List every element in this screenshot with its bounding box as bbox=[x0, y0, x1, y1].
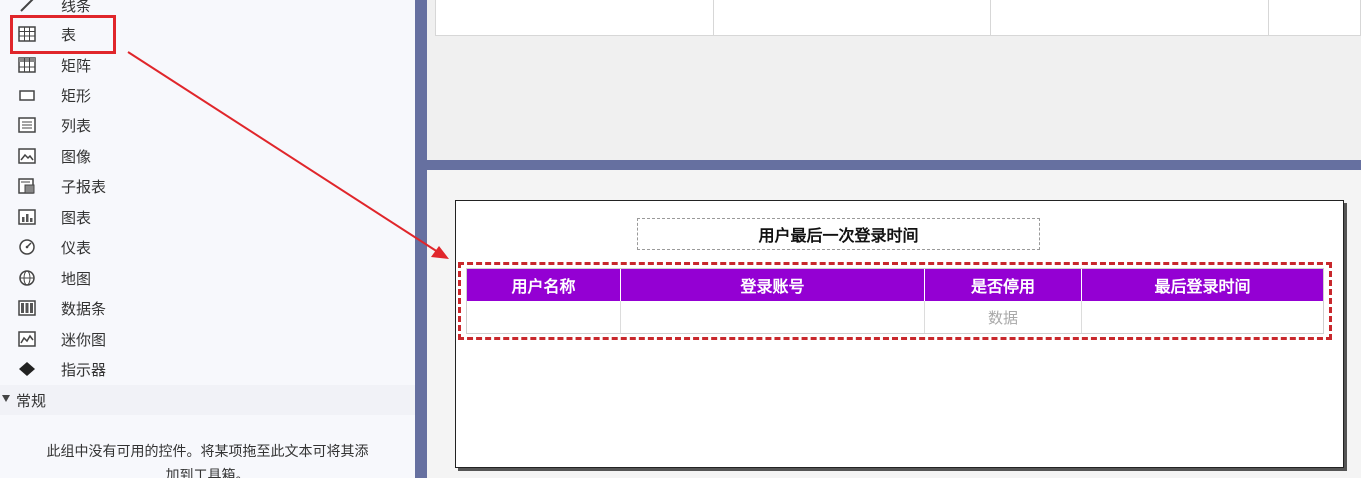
table-column-line bbox=[1268, 0, 1269, 36]
databar-icon bbox=[18, 300, 36, 316]
toolbox-group-general[interactable]: 常规 bbox=[0, 385, 415, 415]
subreport-icon bbox=[18, 178, 36, 194]
toolbox-panel: 线条 表 矩阵 矩形 列表 图像 子报表 图表 仪表 地图 数据条 迷你图 指示… bbox=[0, 0, 415, 478]
image-icon bbox=[18, 148, 36, 164]
toolbox-item-table[interactable]: 表 bbox=[0, 19, 415, 49]
horizontal-splitter[interactable] bbox=[427, 160, 1361, 170]
toolbox-item-line[interactable]: 线条 bbox=[0, 0, 415, 20]
toolbox-item-label: 迷你图 bbox=[61, 330, 107, 349]
toolbox-item-label: 图表 bbox=[61, 208, 92, 227]
header-cell-disabled[interactable]: 是否停用 bbox=[925, 269, 1082, 301]
toolbox-item-chart[interactable]: 图表 bbox=[0, 202, 415, 232]
map-icon bbox=[18, 270, 36, 286]
vertical-splitter[interactable] bbox=[415, 0, 427, 478]
detail-cell-username[interactable] bbox=[467, 301, 621, 333]
header-cell-account[interactable]: 登录账号 bbox=[621, 269, 925, 301]
table-drop-highlight: 用户名称 登录账号 是否停用 最后登录时间 数据 bbox=[458, 262, 1332, 340]
toolbox-item-gauge[interactable]: 仪表 bbox=[0, 232, 415, 262]
chart-icon bbox=[18, 209, 36, 225]
toolbox-item-label: 列表 bbox=[61, 116, 92, 135]
table-column-line bbox=[990, 0, 991, 36]
upper-table-fragment bbox=[435, 0, 1361, 36]
upper-design-pane bbox=[427, 0, 1361, 160]
toolbox-item-subreport[interactable]: 子报表 bbox=[0, 171, 415, 201]
toolbox-item-sparkline[interactable]: 迷你图 bbox=[0, 324, 415, 354]
table-column-line bbox=[713, 0, 714, 36]
sparkline-icon bbox=[18, 331, 36, 347]
group-label: 常规 bbox=[16, 391, 47, 410]
toolbox-item-label: 线条 bbox=[61, 0, 92, 15]
toolbox-item-list[interactable]: 列表 bbox=[0, 110, 415, 140]
toolbox-item-matrix[interactable]: 矩阵 bbox=[0, 50, 415, 80]
toolbox-item-label: 仪表 bbox=[61, 238, 92, 257]
detail-cell-disabled[interactable]: 数据 bbox=[925, 301, 1082, 333]
table-header-row: 用户名称 登录账号 是否停用 最后登录时间 bbox=[467, 269, 1323, 301]
toolbox-empty-message: 此组中没有可用的控件。将某项拖至此文本可将其添 加到工具箱。 bbox=[0, 440, 415, 478]
collapse-triangle-icon[interactable] bbox=[2, 395, 10, 402]
empty-message-line1: 此组中没有可用的控件。将某项拖至此文本可将其添 bbox=[46, 444, 369, 460]
table-row: 数据 bbox=[467, 301, 1323, 333]
detail-cell-last-login[interactable] bbox=[1082, 301, 1323, 333]
toolbox-item-rectangle[interactable]: 矩形 bbox=[0, 80, 415, 110]
report-body[interactable]: 用户最后一次登录时间 用户名称 登录账号 是否停用 最后登录时间 数据 bbox=[455, 200, 1344, 468]
toolbox-item-image[interactable]: 图像 bbox=[0, 141, 415, 171]
detail-cell-account[interactable] bbox=[621, 301, 925, 333]
toolbox-item-databar[interactable]: 数据条 bbox=[0, 293, 415, 323]
toolbox-item-map[interactable]: 地图 bbox=[0, 263, 415, 293]
report-title-textbox[interactable]: 用户最后一次登录时间 bbox=[637, 218, 1040, 250]
toolbox-item-label: 图像 bbox=[61, 147, 92, 166]
indicator-icon bbox=[18, 361, 36, 377]
header-cell-last-login[interactable]: 最后登录时间 bbox=[1082, 269, 1323, 301]
toolbox-item-indicator[interactable]: 指示器 bbox=[0, 354, 415, 384]
toolbox-item-label: 地图 bbox=[61, 269, 92, 288]
table-icon bbox=[18, 26, 36, 42]
toolbox-item-label: 子报表 bbox=[61, 177, 107, 196]
toolbox-item-label: 矩阵 bbox=[61, 56, 92, 75]
matrix-icon bbox=[18, 57, 36, 73]
toolbox-item-label: 指示器 bbox=[61, 360, 107, 379]
report-design-pane: 用户最后一次登录时间 用户名称 登录账号 是否停用 最后登录时间 数据 bbox=[427, 170, 1361, 478]
rectangle-icon bbox=[18, 87, 36, 103]
toolbox-item-label: 表 bbox=[61, 25, 77, 44]
toolbox-item-label: 数据条 bbox=[61, 299, 107, 318]
toolbox-item-label: 矩形 bbox=[61, 86, 92, 105]
list-icon bbox=[18, 117, 36, 133]
report-table[interactable]: 用户名称 登录账号 是否停用 最后登录时间 数据 bbox=[466, 268, 1324, 334]
gauge-icon bbox=[18, 239, 36, 255]
empty-message-line2: 加到工具箱。 bbox=[165, 468, 250, 478]
header-cell-username[interactable]: 用户名称 bbox=[467, 269, 621, 301]
line-icon bbox=[18, 0, 36, 13]
